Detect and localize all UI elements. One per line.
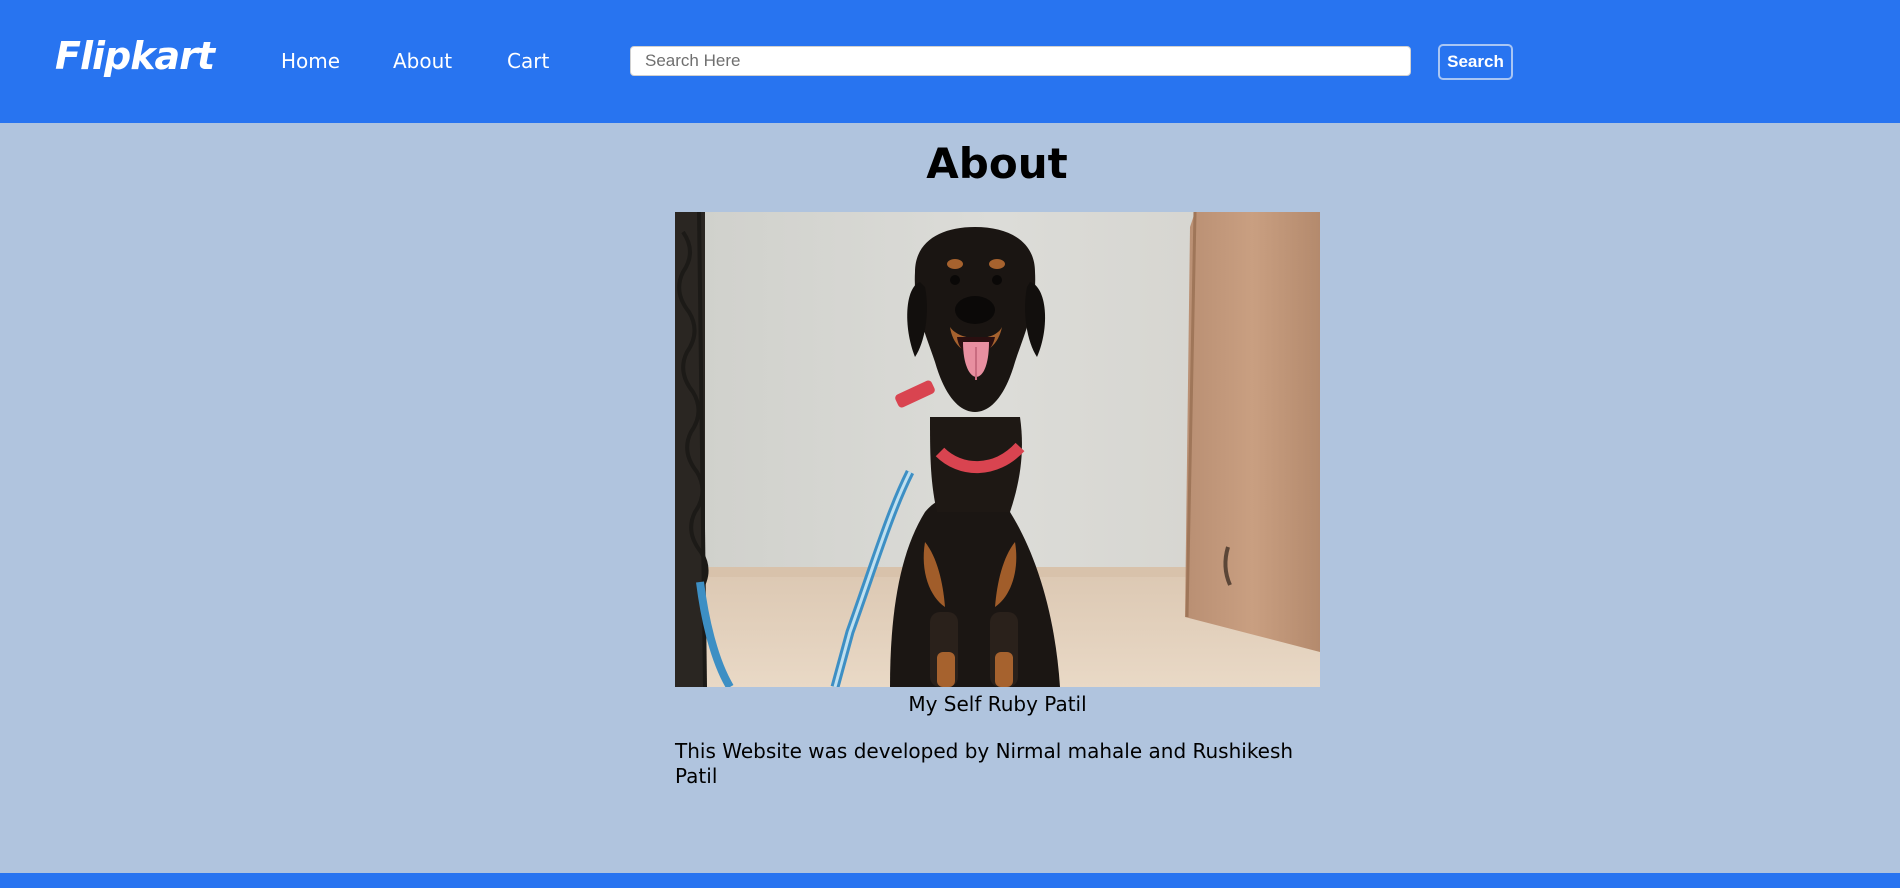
search-input[interactable] — [630, 46, 1411, 76]
nav-link-cart[interactable]: Cart — [507, 49, 549, 73]
brand-logo[interactable]: Flipkart — [55, 34, 215, 78]
dog-photo-illustration — [675, 212, 1320, 687]
navbar: Flipkart Home About Cart Search — [0, 0, 1900, 123]
page-title: About — [926, 139, 1068, 188]
developer-credit: This Website was developed by Nirmal mah… — [675, 739, 1294, 788]
nav-link-home[interactable]: Home — [281, 49, 340, 73]
footer-bar — [0, 873, 1900, 888]
search-button[interactable]: Search — [1438, 44, 1513, 80]
nav-link-about[interactable]: About — [393, 49, 452, 73]
photo-caption: My Self Ruby Patil — [908, 692, 1087, 716]
dog-photo — [675, 212, 1320, 687]
